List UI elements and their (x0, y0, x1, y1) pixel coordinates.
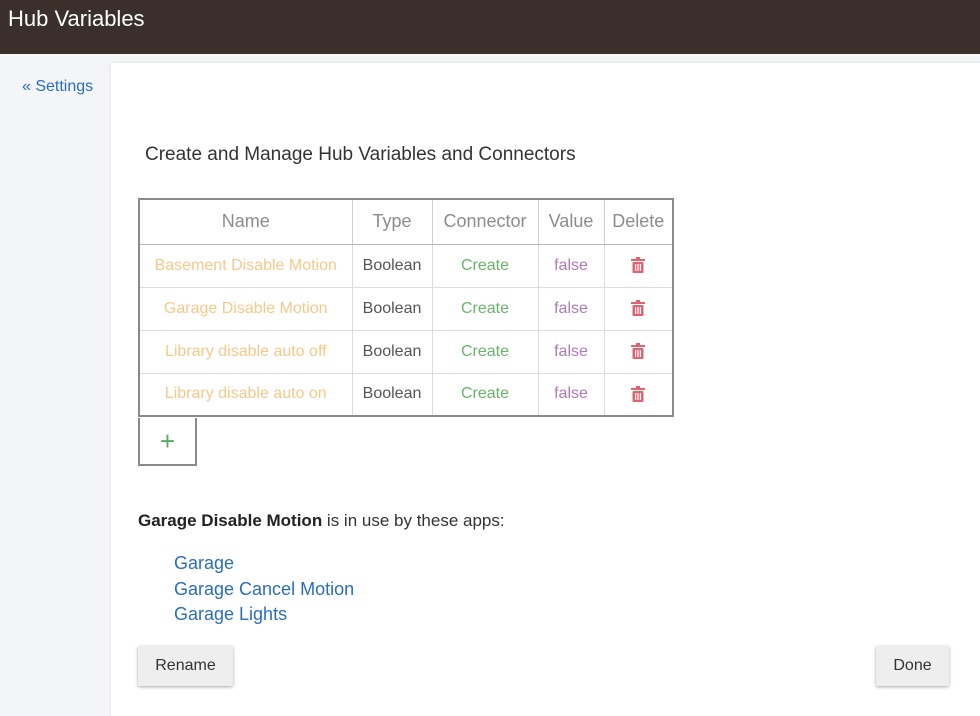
table-header-row: Name Type Connector Value Delete (138, 198, 674, 245)
delete-cell[interactable] (603, 372, 674, 417)
variable-type: Boolean (351, 329, 433, 374)
variable-name-link[interactable]: Garage Disable Motion (138, 286, 353, 331)
create-connector-link[interactable]: Create (431, 243, 539, 288)
variable-type: Boolean (351, 243, 433, 288)
column-header-delete: Delete (603, 198, 674, 245)
done-button[interactable]: Done (876, 646, 949, 686)
back-to-settings-link[interactable]: « Settings (22, 78, 93, 96)
usage-suffix: is in use by these apps: (322, 511, 505, 530)
table-row: Garage Disable Motion Boolean Create fal… (138, 286, 674, 331)
app-list: Garage Garage Cancel Motion Garage Light… (174, 553, 354, 630)
page-title: Create and Manage Hub Variables and Conn… (145, 144, 576, 165)
trash-icon[interactable] (631, 300, 646, 317)
delete-cell[interactable] (603, 286, 674, 331)
app-link-garage-cancel-motion[interactable]: Garage Cancel Motion (174, 579, 354, 599)
variable-value[interactable]: false (537, 329, 605, 374)
variable-value[interactable]: false (537, 372, 605, 417)
table-row: Library disable auto on Boolean Create f… (138, 372, 674, 417)
list-item: Garage Cancel Motion (174, 579, 354, 605)
create-connector-link[interactable]: Create (431, 329, 539, 374)
plus-icon: + (159, 426, 176, 456)
column-header-connector[interactable]: Connector (431, 198, 539, 245)
column-header-value[interactable]: Value (537, 198, 605, 245)
app-link-garage-lights[interactable]: Garage Lights (174, 604, 287, 624)
trash-icon[interactable] (631, 257, 646, 274)
create-connector-link[interactable]: Create (431, 286, 539, 331)
rename-button[interactable]: Rename (138, 646, 233, 686)
usage-statement: Garage Disable Motion is in use by these… (138, 511, 505, 531)
trash-icon[interactable] (631, 386, 646, 403)
add-variable-button[interactable]: + (138, 418, 197, 466)
variable-type: Boolean (351, 286, 433, 331)
variable-name-link[interactable]: Library disable auto on (138, 372, 353, 417)
delete-cell[interactable] (603, 329, 674, 374)
list-item: Garage Lights (174, 604, 354, 630)
usage-variable-name: Garage Disable Motion (138, 511, 323, 530)
column-header-name[interactable]: Name (138, 198, 353, 245)
page-header-title: Hub Variables (8, 6, 145, 31)
table-row: Library disable auto off Boolean Create … (138, 329, 674, 374)
variable-type: Boolean (351, 372, 433, 417)
variable-value[interactable]: false (537, 243, 605, 288)
top-bar: Hub Variables (0, 0, 980, 54)
create-connector-link[interactable]: Create (431, 372, 539, 417)
variable-value[interactable]: false (537, 286, 605, 331)
column-header-type[interactable]: Type (351, 198, 433, 245)
variables-table: Name Type Connector Value Delete Basemen… (138, 198, 674, 417)
trash-icon[interactable] (631, 343, 646, 360)
table-row: Basement Disable Motion Boolean Create f… (138, 243, 674, 288)
variable-name-link[interactable]: Basement Disable Motion (138, 243, 353, 288)
delete-cell[interactable] (603, 243, 674, 288)
list-item: Garage (174, 553, 354, 579)
app-link-garage[interactable]: Garage (174, 553, 234, 573)
variable-name-link[interactable]: Library disable auto off (138, 329, 353, 374)
